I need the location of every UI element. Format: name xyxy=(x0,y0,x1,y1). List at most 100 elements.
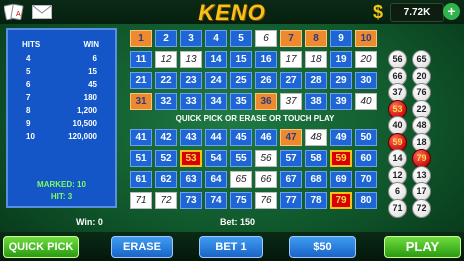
number-cell-9[interactable]: 9 xyxy=(330,30,352,47)
number-cell-11[interactable]: 11 xyxy=(130,51,152,68)
number-cell-55[interactable]: 55 xyxy=(230,150,252,167)
number-cell-64[interactable]: 64 xyxy=(205,171,227,188)
amount-button[interactable]: $50 xyxy=(289,236,356,258)
number-cell-24[interactable]: 24 xyxy=(205,72,227,89)
number-cell-65[interactable]: 65 xyxy=(230,171,252,188)
paytable-win: 10,500 xyxy=(72,119,97,128)
bet-display: Bet: 150 xyxy=(220,217,256,227)
number-cell-2[interactable]: 2 xyxy=(155,30,177,47)
number-cell-23[interactable]: 23 xyxy=(180,72,202,89)
paytable-row: 7 180 xyxy=(8,93,115,106)
number-cell-44[interactable]: 44 xyxy=(205,129,227,146)
number-cell-42[interactable]: 42 xyxy=(155,129,177,146)
number-cell-69[interactable]: 69 xyxy=(330,171,352,188)
number-cell-49[interactable]: 49 xyxy=(330,129,352,146)
paytable-win: 45 xyxy=(88,80,97,89)
number-cell-70[interactable]: 70 xyxy=(355,171,377,188)
number-cell-39[interactable]: 39 xyxy=(330,93,352,110)
number-cell-19[interactable]: 19 xyxy=(330,51,352,68)
paytable-row: 6 45 xyxy=(8,80,115,93)
number-cell-41[interactable]: 41 xyxy=(130,129,152,146)
number-cell-34[interactable]: 34 xyxy=(205,93,227,110)
number-cell-46[interactable]: 46 xyxy=(255,129,277,146)
number-cell-56[interactable]: 56 xyxy=(255,150,277,167)
number-cell-60[interactable]: 60 xyxy=(355,150,377,167)
number-cell-16[interactable]: 16 xyxy=(255,51,277,68)
number-cell-10[interactable]: 10 xyxy=(355,30,377,47)
number-cell-36[interactable]: 36 xyxy=(255,93,277,110)
number-cell-25[interactable]: 25 xyxy=(230,72,252,89)
number-cell-14[interactable]: 14 xyxy=(205,51,227,68)
number-cell-52[interactable]: 52 xyxy=(155,150,177,167)
dollar-icon: $ xyxy=(372,2,383,22)
number-cell-27[interactable]: 27 xyxy=(280,72,302,89)
number-cell-67[interactable]: 67 xyxy=(280,171,302,188)
plus-icon[interactable]: + xyxy=(443,3,460,20)
number-cell-63[interactable]: 63 xyxy=(180,171,202,188)
drawn-ball: 71 xyxy=(388,198,407,218)
number-cell-32[interactable]: 32 xyxy=(155,93,177,110)
number-cell-37[interactable]: 37 xyxy=(280,93,302,110)
number-cell-22[interactable]: 22 xyxy=(155,72,177,89)
number-cell-53[interactable]: 53 xyxy=(180,150,202,167)
paytable-hits: 8 xyxy=(26,106,31,115)
number-cell-58[interactable]: 58 xyxy=(305,150,327,167)
number-cell-68[interactable]: 68 xyxy=(305,171,327,188)
number-cell-30[interactable]: 30 xyxy=(355,72,377,89)
number-cell-26[interactable]: 26 xyxy=(255,72,277,89)
number-cell-59[interactable]: 59 xyxy=(330,150,352,167)
number-cell-76[interactable]: 76 xyxy=(255,192,277,209)
number-cell-18[interactable]: 18 xyxy=(305,51,327,68)
number-cell-4[interactable]: 4 xyxy=(205,30,227,47)
number-cell-57[interactable]: 57 xyxy=(280,150,302,167)
number-cell-74[interactable]: 74 xyxy=(205,192,227,209)
number-cell-47[interactable]: 47 xyxy=(280,129,302,146)
number-cell-51[interactable]: 51 xyxy=(130,150,152,167)
number-cell-7[interactable]: 7 xyxy=(280,30,302,47)
number-cell-6[interactable]: 6 xyxy=(255,30,277,47)
quick-pick-button[interactable]: QUICK PICK xyxy=(3,236,79,258)
number-cell-20[interactable]: 20 xyxy=(355,51,377,68)
paytable-hits: 10 xyxy=(26,132,35,141)
number-cell-15[interactable]: 15 xyxy=(230,51,252,68)
number-cell-45[interactable]: 45 xyxy=(230,129,252,146)
number-board: QUICK PICK OR ERASE OR TOUCH PLAY 123456… xyxy=(130,28,380,214)
number-cell-12[interactable]: 12 xyxy=(155,51,177,68)
number-cell-21[interactable]: 21 xyxy=(130,72,152,89)
number-cell-79[interactable]: 79 xyxy=(330,192,352,209)
drawn-ball: 72 xyxy=(412,198,431,218)
number-cell-50[interactable]: 50 xyxy=(355,129,377,146)
number-cell-66[interactable]: 66 xyxy=(255,171,277,188)
number-cell-5[interactable]: 5 xyxy=(230,30,252,47)
number-cell-8[interactable]: 8 xyxy=(305,30,327,47)
number-cell-78[interactable]: 78 xyxy=(305,192,327,209)
number-cell-1[interactable]: 1 xyxy=(130,30,152,47)
number-cell-28[interactable]: 28 xyxy=(305,72,327,89)
number-cell-13[interactable]: 13 xyxy=(180,51,202,68)
number-cell-3[interactable]: 3 xyxy=(180,30,202,47)
number-cell-72[interactable]: 72 xyxy=(155,192,177,209)
number-cell-80[interactable]: 80 xyxy=(355,192,377,209)
number-cell-35[interactable]: 35 xyxy=(230,93,252,110)
number-cell-75[interactable]: 75 xyxy=(230,192,252,209)
paytable: HITS WIN MARKED: 10 HIT: 3 4 6 5 15 6 45 7 180 8… xyxy=(6,28,117,208)
bet-button[interactable]: BET 1 xyxy=(199,236,263,258)
play-button[interactable]: PLAY xyxy=(384,236,461,258)
number-cell-54[interactable]: 54 xyxy=(205,150,227,167)
number-cell-38[interactable]: 38 xyxy=(305,93,327,110)
number-cell-71[interactable]: 71 xyxy=(130,192,152,209)
number-cell-61[interactable]: 61 xyxy=(130,171,152,188)
number-cell-43[interactable]: 43 xyxy=(180,129,202,146)
paytable-win: 120,000 xyxy=(68,132,97,141)
number-cell-73[interactable]: 73 xyxy=(180,192,202,209)
number-cell-33[interactable]: 33 xyxy=(180,93,202,110)
number-cell-62[interactable]: 62 xyxy=(155,171,177,188)
number-cell-40[interactable]: 40 xyxy=(355,93,377,110)
paytable-row: 9 10,500 xyxy=(8,119,115,132)
erase-button[interactable]: ERASE xyxy=(111,236,173,258)
number-cell-31[interactable]: 31 xyxy=(130,93,152,110)
number-cell-48[interactable]: 48 xyxy=(305,129,327,146)
number-cell-29[interactable]: 29 xyxy=(330,72,352,89)
number-cell-17[interactable]: 17 xyxy=(280,51,302,68)
number-cell-77[interactable]: 77 xyxy=(280,192,302,209)
